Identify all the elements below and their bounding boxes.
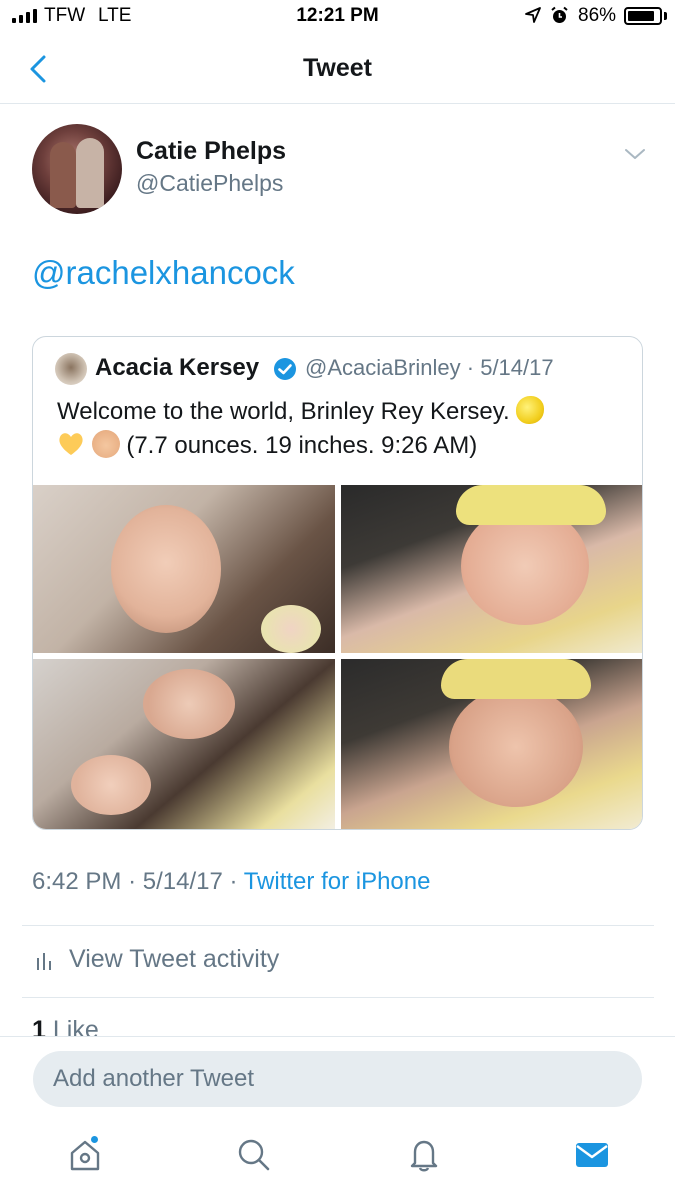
quoted-tweet[interactable]: Acacia Kersey @AcaciaBrinley · 5/14/17 W… [32, 336, 643, 830]
chevron-down-icon [625, 149, 645, 159]
divider [22, 925, 654, 926]
bar-chart-icon [37, 953, 51, 970]
likes-count[interactable]: 1 Like [32, 1016, 232, 1036]
avatar-figure-left [50, 142, 76, 208]
add-tweet-input[interactable]: Add another Tweet [33, 1051, 642, 1107]
tab-search[interactable] [224, 1125, 284, 1185]
baby-emoji-icon [91, 430, 120, 458]
quoted-date: 5/14/17 [480, 355, 554, 380]
author-handle[interactable]: @CatiePhelps [136, 170, 283, 197]
separator-dot: · [229, 868, 244, 895]
quoted-author-avatar [55, 353, 87, 385]
quoted-author-name: Acacia Kersey [95, 354, 260, 381]
battery-nub [664, 12, 667, 20]
yellow-heart-emoji-icon [57, 430, 85, 458]
photo-newborn-sleeping[interactable] [341, 485, 642, 653]
tab-messages[interactable] [562, 1125, 622, 1185]
activity-label: View Tweet activity [69, 945, 280, 973]
separator-dot: · [466, 355, 481, 380]
tab-notifications[interactable] [394, 1125, 454, 1185]
status-bar: TFW LTE 12:21 PM 86% [0, 0, 675, 36]
verified-badge-icon [274, 358, 296, 380]
tweet-meta: 6:42 PM · 5/14/17 · Twitter for iPhone [32, 868, 430, 896]
status-time: 12:21 PM [296, 5, 379, 26]
tweet-mention-link[interactable]: @rachelxhancock [32, 254, 295, 292]
photo-mother-selfie[interactable] [33, 485, 335, 653]
battery-percent: 86% [578, 5, 617, 26]
notification-dot [90, 1135, 99, 1144]
quoted-text-line2: (7.7 ounces. 19 inches. 9:26 AM) [126, 432, 478, 459]
divider [22, 997, 654, 998]
quoted-handle-text: @AcaciaBrinley [305, 355, 461, 380]
alarm-icon [551, 6, 568, 23]
tweet-time: 6:42 PM [32, 868, 122, 895]
tweet-source-link[interactable]: Twitter for iPhone [244, 868, 431, 895]
battery-level-fill [628, 11, 654, 21]
quoted-image-grid [33, 485, 642, 829]
lemon-emoji-icon [516, 396, 545, 424]
quoted-tweet-text: Welcome to the world, Brinley Rey Kersey… [57, 395, 627, 463]
like-label: Like [52, 1016, 99, 1036]
author-name[interactable]: Catie Phelps [136, 137, 286, 166]
bottom-bar: Add another Tweet [0, 1036, 675, 1200]
like-count: 1 [32, 1016, 46, 1036]
battery-icon [624, 7, 662, 25]
bell-icon [410, 1140, 438, 1172]
author-avatar[interactable] [32, 124, 122, 214]
avatar-figure-right [76, 138, 104, 208]
quoted-text-line1: Welcome to the world, Brinley Rey Kersey… [57, 398, 510, 425]
tweet-options-button[interactable] [622, 144, 648, 164]
view-tweet-activity-button[interactable]: View Tweet activity [32, 930, 632, 992]
mail-icon [576, 1143, 608, 1167]
tab-home[interactable] [55, 1125, 115, 1185]
tweet-date: 5/14/17 [142, 868, 223, 895]
quoted-author-handle: @AcaciaBrinley · 5/14/17 [305, 355, 554, 381]
page-title: Tweet [303, 54, 372, 82]
location-icon [525, 7, 541, 23]
photo-newborn-closeup[interactable] [341, 659, 642, 829]
navigation-bar: Tweet [0, 36, 675, 104]
search-icon [238, 1139, 270, 1171]
photo-mother-holding-baby[interactable] [33, 659, 335, 829]
separator-dot: · [128, 868, 143, 895]
